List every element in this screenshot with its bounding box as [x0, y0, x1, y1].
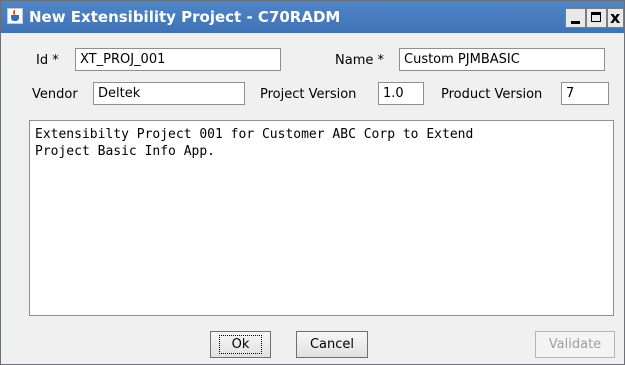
cancel-button-label: Cancel	[309, 337, 355, 352]
maximize-icon	[591, 12, 601, 22]
minimize-button[interactable]	[565, 8, 586, 28]
vendor-label: Vendor	[32, 87, 78, 102]
dialog-window: New Extensibility Project - C70RADM x Id…	[0, 0, 625, 365]
cup-shape	[11, 15, 19, 21]
product-version-field[interactable]: 7	[561, 82, 609, 105]
validate-button: Validate	[535, 331, 615, 358]
window-title: New Extensibility Project - C70RADM	[29, 8, 341, 26]
maximize-button[interactable]	[586, 8, 607, 28]
title-bar[interactable]: New Extensibility Project - C70RADM x	[1, 1, 624, 33]
name-label: Name *	[335, 53, 384, 68]
name-field[interactable]: Custom PJMBASIC	[399, 48, 605, 71]
minimize-icon	[571, 21, 580, 24]
cancel-button[interactable]: Cancel	[296, 331, 368, 358]
close-icon: x	[610, 8, 621, 27]
id-label: Id *	[36, 53, 59, 68]
description-textarea[interactable]: Extensibilty Project 001 for Customer AB…	[29, 120, 614, 316]
vendor-field[interactable]: Deltek	[93, 82, 245, 105]
close-button[interactable]: x	[607, 8, 624, 28]
id-field[interactable]: XT_PROJ_001	[75, 48, 281, 71]
product-version-label: Product Version	[441, 87, 543, 102]
focus-ring	[219, 335, 262, 354]
project-version-label: Project Version	[260, 87, 357, 102]
validate-button-label: Validate	[548, 337, 602, 352]
project-version-field[interactable]: 1.0	[378, 82, 424, 105]
ok-button[interactable]: Ok	[210, 331, 271, 358]
java-app-icon[interactable]	[7, 8, 23, 24]
